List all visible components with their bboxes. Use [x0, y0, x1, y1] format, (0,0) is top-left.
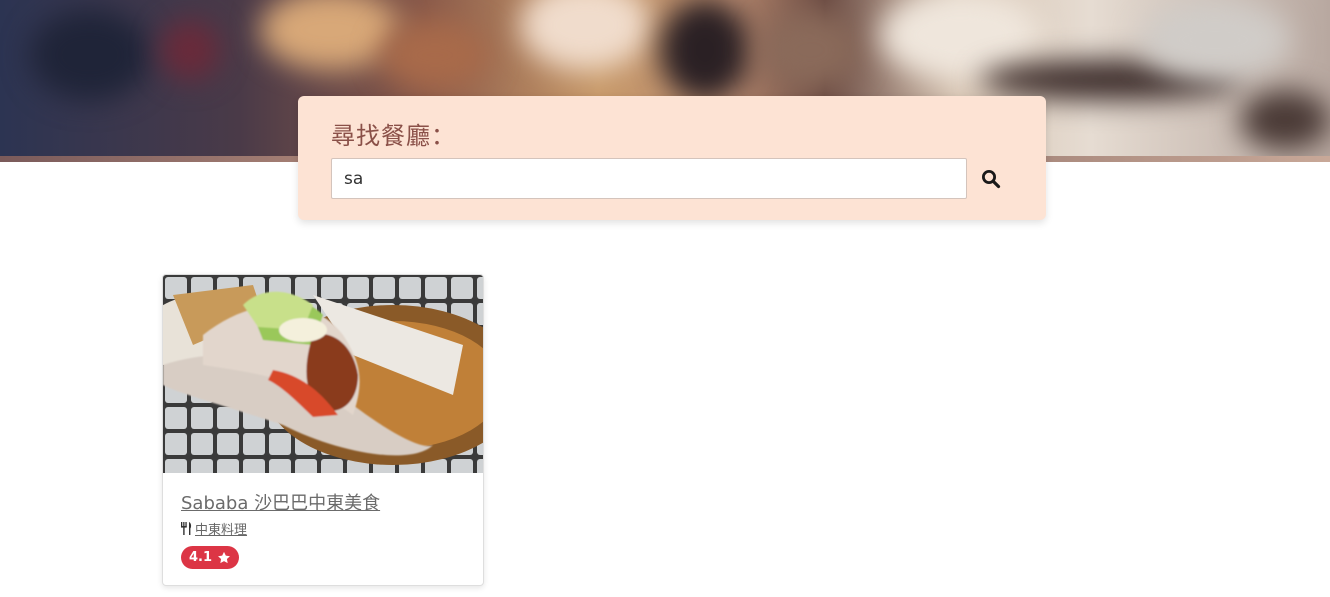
- search-panel: 尋找餐廳：: [298, 96, 1046, 220]
- rating-badge: 4.1: [181, 546, 240, 569]
- search-input[interactable]: [331, 158, 967, 199]
- restaurant-category: 中東料理: [195, 523, 248, 538]
- utensils-icon: [181, 522, 192, 535]
- search-icon: [982, 170, 1001, 189]
- search-title: 尋找餐廳：: [331, 122, 456, 150]
- star-icon: [218, 551, 230, 563]
- restaurant-category-link[interactable]: 中東料理: [181, 519, 247, 538]
- restaurant-card[interactable]: Sababa 沙巴巴中東美食 中東料理 4.1: [162, 274, 484, 586]
- restaurant-name-link[interactable]: Sababa 沙巴巴中東美食: [181, 489, 380, 515]
- restaurant-photo[interactable]: [163, 275, 483, 473]
- search-button[interactable]: [974, 162, 1008, 196]
- rating-value: 4.1: [189, 550, 213, 565]
